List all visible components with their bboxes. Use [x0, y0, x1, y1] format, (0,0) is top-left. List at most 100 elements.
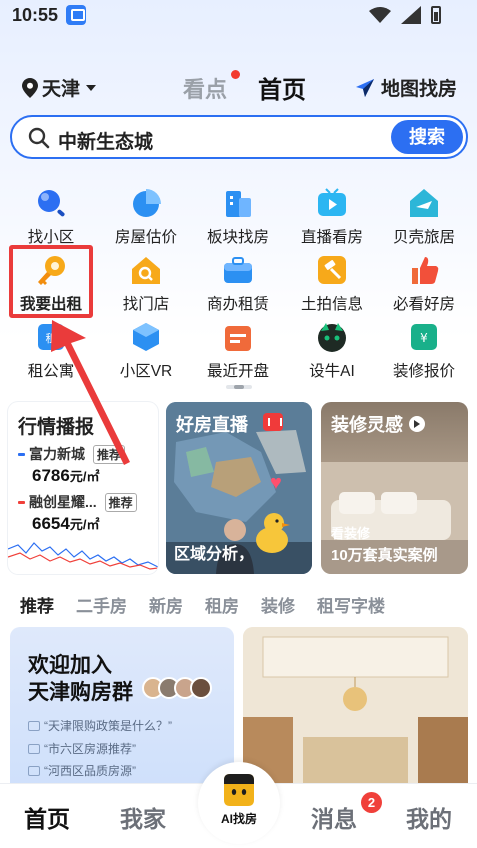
- grid-item-ai[interactable]: 设牛AI: [284, 321, 380, 381]
- deco-title: 装修灵感: [331, 415, 403, 435]
- house-listing-card[interactable]: [243, 627, 468, 787]
- grid-item-label: 房屋估价: [114, 229, 177, 246]
- buildings-icon: [226, 191, 251, 217]
- interior-photo: [243, 627, 468, 787]
- map-find-button[interactable]: 地图找房: [355, 74, 457, 101]
- arrow-right-icon: [409, 416, 425, 432]
- feed-tab-second-hand[interactable]: 二手房: [76, 592, 127, 617]
- question-text: “市六区房源推荐”: [44, 742, 136, 756]
- grid-item-rent-apartment[interactable]: 租 租公寓: [3, 321, 99, 381]
- briefcase-icon: [224, 257, 252, 283]
- calendar-icon: [225, 326, 251, 351]
- series-marker: [18, 452, 25, 456]
- grid-item-label: 装修报价: [392, 363, 455, 380]
- price-tag-icon: ¥: [411, 324, 437, 350]
- chat-icon: [28, 720, 40, 731]
- gavel-icon: [318, 256, 346, 284]
- live-caption: 区域分析，: [174, 546, 255, 563]
- battery-icon: [431, 6, 441, 24]
- travel-house-icon: [410, 189, 438, 217]
- grid-item-travel[interactable]: 贝壳旅居: [376, 187, 472, 247]
- grid-item-label: 小区VR: [119, 363, 173, 380]
- market-row-price: 6786: [32, 466, 70, 485]
- nav-ai-find-house[interactable]: AI找房: [198, 762, 280, 844]
- search-bar[interactable]: 中新生态城 搜索: [10, 115, 468, 159]
- nav-home[interactable]: 首页: [24, 800, 70, 834]
- chat-icon: [28, 765, 40, 776]
- pie-chart-icon: [133, 189, 161, 217]
- market-row-unit: 元/㎡: [69, 469, 100, 484]
- live-badge-icon: [263, 413, 283, 431]
- grid-item-label: 土拍信息: [300, 296, 363, 313]
- suggested-question[interactable]: “河西区品质房源”: [28, 762, 136, 779]
- feed-tab-rent[interactable]: 租房: [205, 592, 239, 617]
- grid-page-indicator: [226, 385, 252, 389]
- suggested-question[interactable]: “天津限购政策是什么？”: [28, 717, 172, 734]
- grid-item-recent-open[interactable]: 最近开盘: [190, 321, 286, 381]
- grid-item-label: 商办租赁: [206, 296, 269, 313]
- nav-me[interactable]: 我的: [406, 800, 452, 834]
- grid-item-district[interactable]: 板块找房: [190, 187, 286, 247]
- market-trend-chart: [8, 542, 158, 570]
- grid-item-label: 设牛AI: [309, 363, 355, 380]
- grid-item-valuation[interactable]: 房屋估价: [98, 187, 194, 247]
- live-video-icon: [318, 188, 346, 216]
- navigation-arrow-icon: [355, 78, 374, 97]
- feed-tab-renovation[interactable]: 装修: [261, 592, 295, 617]
- nav-messages[interactable]: 消息: [311, 800, 357, 834]
- feed-tab-new-house[interactable]: 新房: [149, 592, 183, 617]
- highlight-box: [9, 245, 93, 318]
- feed-tab-recommend[interactable]: 推荐: [20, 592, 54, 617]
- live-card[interactable]: 好房直播 ♥ 区域分析，: [166, 402, 312, 574]
- grid-item-label: 最近开盘: [206, 363, 269, 380]
- grid-item-label: 直播看房: [300, 229, 363, 246]
- grid-item-must-see[interactable]: 必看好房: [376, 254, 472, 314]
- city-selector[interactable]: 天津: [22, 74, 97, 101]
- grid-item-label: 找小区: [27, 229, 75, 246]
- svg-text:¥: ¥: [420, 331, 428, 345]
- status-bar: 10:55: [0, 0, 477, 32]
- top-header: 天津 看点 首页 地图找房: [0, 66, 477, 108]
- invite-title-1: 欢迎加入: [28, 654, 112, 677]
- deco-subtitle: 看装修: [331, 526, 371, 541]
- group-invite-card[interactable]: 欢迎加入 天津购房群 “天津限购政策是什么？” “市六区房源推荐” “河西区品质…: [10, 627, 234, 787]
- magnifier-icon: [38, 190, 65, 217]
- market-row-name: 融创星耀...: [29, 494, 97, 510]
- chevron-down-icon: [86, 84, 97, 91]
- suggested-question[interactable]: “市六区房源推荐”: [28, 740, 136, 757]
- messages-count-badge: 2: [361, 792, 382, 813]
- nav-my-home[interactable]: 我家: [120, 800, 166, 834]
- store-search-icon: [132, 257, 160, 284]
- series-marker: [18, 500, 25, 504]
- question-text: “河西区品质房源”: [44, 764, 136, 778]
- deco-caption: 10万套真实案例: [331, 547, 438, 564]
- vr-cube-icon: [133, 323, 159, 351]
- search-button[interactable]: 搜索: [391, 120, 463, 154]
- grid-item-vr[interactable]: 小区VR: [98, 321, 194, 381]
- ai-bot-icon: [318, 323, 346, 352]
- recommend-badge: 推荐: [93, 444, 126, 464]
- grid-item-reno-price[interactable]: ¥ 装修报价: [376, 321, 472, 381]
- deco-card[interactable]: 装修灵感 看装修 10万套真实案例: [321, 402, 468, 574]
- search-icon: [28, 127, 50, 149]
- grid-item-label: 板块找房: [206, 229, 269, 246]
- avatar: [190, 677, 212, 699]
- grid-item-label: 租公寓: [27, 363, 75, 380]
- market-row[interactable]: 富力新城 推荐 6786元/㎡: [18, 444, 158, 486]
- live-title: 好房直播: [176, 415, 248, 435]
- market-title: 行情播报: [18, 417, 95, 438]
- member-avatars: [142, 677, 212, 699]
- search-input[interactable]: 中新生态城: [58, 127, 153, 154]
- signal-icon: [401, 6, 421, 24]
- grid-item-find-community[interactable]: 找小区: [3, 187, 99, 247]
- grid-item-find-store[interactable]: 找门店: [98, 254, 194, 314]
- grid-item-office[interactable]: 商办租赁: [190, 254, 286, 314]
- market-row[interactable]: 融创星耀... 推荐 6654元/㎡: [18, 492, 158, 534]
- grid-item-land[interactable]: 土拍信息: [284, 254, 380, 314]
- market-card[interactable]: 行情播报 富力新城 推荐 6786元/㎡ 融创星耀... 推荐 6654元/㎡: [8, 402, 158, 574]
- tab-home[interactable]: 首页: [258, 70, 306, 105]
- feed-tab-office[interactable]: 租写字楼: [317, 592, 385, 617]
- tab-kandian[interactable]: 看点: [183, 72, 227, 104]
- grid-item-live[interactable]: 直播看房: [284, 187, 380, 247]
- ai-mascot-icon: [224, 774, 254, 806]
